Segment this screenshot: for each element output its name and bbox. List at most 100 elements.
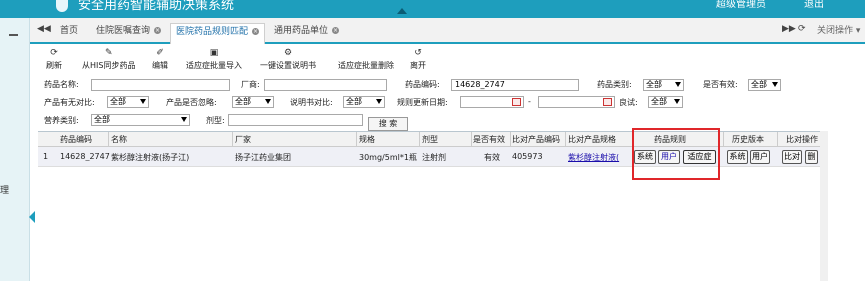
tab-drug-rule-match[interactable]: 医院药品规则匹配 × bbox=[170, 23, 266, 44]
chevron-down-icon bbox=[376, 99, 382, 104]
product-spec-link[interactable]: 紫杉醇注射液( bbox=[568, 152, 630, 163]
cell-name: 紫杉醇注射液(扬子江) bbox=[111, 153, 190, 162]
tab-refresh-icon[interactable]: ⟳ bbox=[798, 24, 806, 34]
manual-compare-select[interactable]: 全部 bbox=[343, 96, 385, 108]
toolbar: ⟳ 刷新 ✎ 从HIS同步药品 ✐ 编辑 ▣ 适应症批量导入 ⚙ 一键设置说明书 适应症批… bbox=[38, 48, 818, 74]
history-system-button[interactable]: 系统 bbox=[727, 150, 748, 164]
highlight-box bbox=[632, 128, 720, 180]
drug-name-label: 药品名称: bbox=[44, 80, 79, 89]
left-sidebar: 理 bbox=[0, 18, 30, 281]
tab-label: 医院药品规则匹配 bbox=[176, 27, 249, 37]
tab-home[interactable]: 首页 bbox=[60, 23, 78, 44]
close-icon[interactable]: × bbox=[252, 28, 260, 35]
good-select[interactable]: 全部 bbox=[648, 96, 683, 108]
select-value: 全部 bbox=[346, 97, 362, 106]
edit-label: 编辑 bbox=[152, 61, 168, 70]
drug-name-input[interactable] bbox=[91, 79, 230, 91]
drug-category-select[interactable]: 全部 bbox=[643, 79, 684, 91]
dosage-label: 剂型: bbox=[206, 116, 225, 125]
set-manual-label: 一键设置说明书 bbox=[260, 61, 316, 70]
sidebar-expand-icon[interactable] bbox=[29, 211, 35, 223]
product-ignored-label: 产品是否忽略: bbox=[166, 98, 217, 107]
chevron-down-icon bbox=[140, 99, 146, 104]
set-manual-button[interactable]: ⚙ 一键设置说明书 bbox=[260, 48, 316, 71]
col-product-code: 比对产品编码 bbox=[512, 135, 560, 144]
drug-category-label: 药品类别: bbox=[597, 80, 632, 89]
compare-button[interactable]: 比对 bbox=[782, 150, 802, 164]
nutrition-select[interactable]: 全部 bbox=[91, 114, 190, 126]
chevron-down-icon bbox=[265, 99, 271, 104]
import-icon: ▣ bbox=[209, 48, 219, 58]
close-icon[interactable]: × bbox=[154, 27, 162, 34]
tab-prev-icon[interactable]: ◀◀ bbox=[37, 24, 51, 34]
tab-bar: ◀◀ 首页 住院医嘱查询 × 医院药品规则匹配 × 通用药品单位 × ▶▶ ⟳ 关闭操… bbox=[30, 18, 865, 44]
col-name: 名称 bbox=[111, 135, 127, 144]
chevron-down-icon bbox=[674, 99, 680, 104]
delete-button[interactable]: 删 bbox=[805, 150, 818, 164]
drug-code-input[interactable]: 14628_2747 bbox=[451, 79, 579, 91]
select-value: 全部 bbox=[235, 97, 251, 106]
cell-dosage: 注射剂 bbox=[422, 153, 446, 162]
nutrition-label: 营养类别: bbox=[44, 116, 79, 125]
undo-icon: ↺ bbox=[414, 48, 422, 58]
tab-label: 通用药品单位 bbox=[274, 26, 329, 36]
drug-code-label: 药品编码: bbox=[405, 80, 440, 89]
history-user-button[interactable]: 用户 bbox=[750, 150, 770, 164]
col-product-spec: 比对产品规格 bbox=[568, 135, 616, 144]
collapse-arrow-icon[interactable] bbox=[397, 8, 407, 14]
blank-icon bbox=[338, 48, 394, 58]
close-operations-menu[interactable]: 关闭操作 ▾ bbox=[817, 23, 860, 36]
search-button[interactable]: 搜 索 bbox=[368, 117, 408, 131]
top-banner: 安全用药智能辅助决策系统 超级管理员 退出 bbox=[0, 0, 865, 18]
cell-valid: 有效 bbox=[484, 153, 500, 162]
refresh-label: 刷新 bbox=[46, 61, 62, 70]
select-value: 全部 bbox=[94, 115, 110, 124]
edit-button[interactable]: ✐ 编辑 bbox=[152, 48, 168, 71]
calendar-icon[interactable] bbox=[603, 98, 612, 106]
tab-label: 首页 bbox=[60, 26, 79, 36]
tab-drug-units[interactable]: 通用药品单位 × bbox=[274, 23, 340, 44]
batch-delete-button[interactable]: 适应症批量删除 bbox=[338, 48, 394, 71]
app-title: 安全用药智能辅助决策系统 bbox=[78, 0, 235, 13]
calendar-icon[interactable] bbox=[512, 98, 521, 106]
has-product-select[interactable]: 全部 bbox=[107, 96, 149, 108]
close-ops-label: 关闭操作 bbox=[817, 26, 854, 36]
sync-his-button[interactable]: ✎ 从HIS同步药品 bbox=[82, 48, 135, 71]
menu-toggle-icon[interactable] bbox=[9, 34, 18, 36]
refresh-icon: ⟳ bbox=[50, 48, 58, 58]
tab-next-icon[interactable]: ▶▶ bbox=[782, 24, 796, 34]
product-ignored-select[interactable]: 全部 bbox=[232, 96, 274, 108]
col-compare-ops: 比对操作 bbox=[786, 135, 818, 144]
date-from-input[interactable] bbox=[460, 96, 524, 108]
dosage-input[interactable] bbox=[228, 114, 363, 126]
cell-code: 14628_2747 bbox=[60, 152, 110, 161]
valid-label: 是否有效: bbox=[703, 80, 738, 89]
close-icon[interactable]: × bbox=[332, 27, 340, 34]
sync-label: 从HIS同步药品 bbox=[82, 61, 136, 70]
logout-link[interactable]: 退出 bbox=[804, 0, 824, 10]
refresh-button[interactable]: ⟳ 刷新 bbox=[46, 48, 62, 71]
col-dosage: 剂型 bbox=[422, 135, 438, 144]
valid-select[interactable]: 全部 bbox=[748, 79, 781, 91]
col-valid: 是否有效 bbox=[473, 135, 505, 144]
good-label: 良试: bbox=[619, 98, 638, 107]
tab-inpatient-orders[interactable]: 住院医嘱查询 × bbox=[96, 23, 162, 44]
select-value: 全部 bbox=[751, 80, 767, 89]
leave-button[interactable]: ↺ 离开 bbox=[410, 48, 426, 71]
manufacturer-input[interactable] bbox=[264, 79, 387, 91]
edit-icon: ✐ bbox=[156, 48, 164, 58]
vertical-scrollbar[interactable] bbox=[820, 131, 828, 281]
chevron-down-icon bbox=[675, 82, 681, 87]
batch-delete-label: 适应症批量删除 bbox=[338, 61, 394, 70]
manual-compare-label: 说明书对比: bbox=[290, 98, 333, 107]
cell-spec: 30mg/5ml*1瓶 bbox=[359, 153, 417, 162]
select-value: 全部 bbox=[110, 97, 126, 106]
date-to-input[interactable] bbox=[538, 96, 615, 108]
chevron-down-icon bbox=[772, 82, 778, 87]
user-menu[interactable]: 超级管理员 bbox=[716, 0, 766, 10]
batch-import-button[interactable]: ▣ 适应症批量导入 bbox=[186, 48, 242, 71]
app-logo-icon bbox=[56, 0, 68, 12]
chevron-down-icon bbox=[181, 117, 187, 122]
row-index: 1 bbox=[43, 152, 49, 161]
cell-product-code: 405973 bbox=[512, 152, 543, 161]
